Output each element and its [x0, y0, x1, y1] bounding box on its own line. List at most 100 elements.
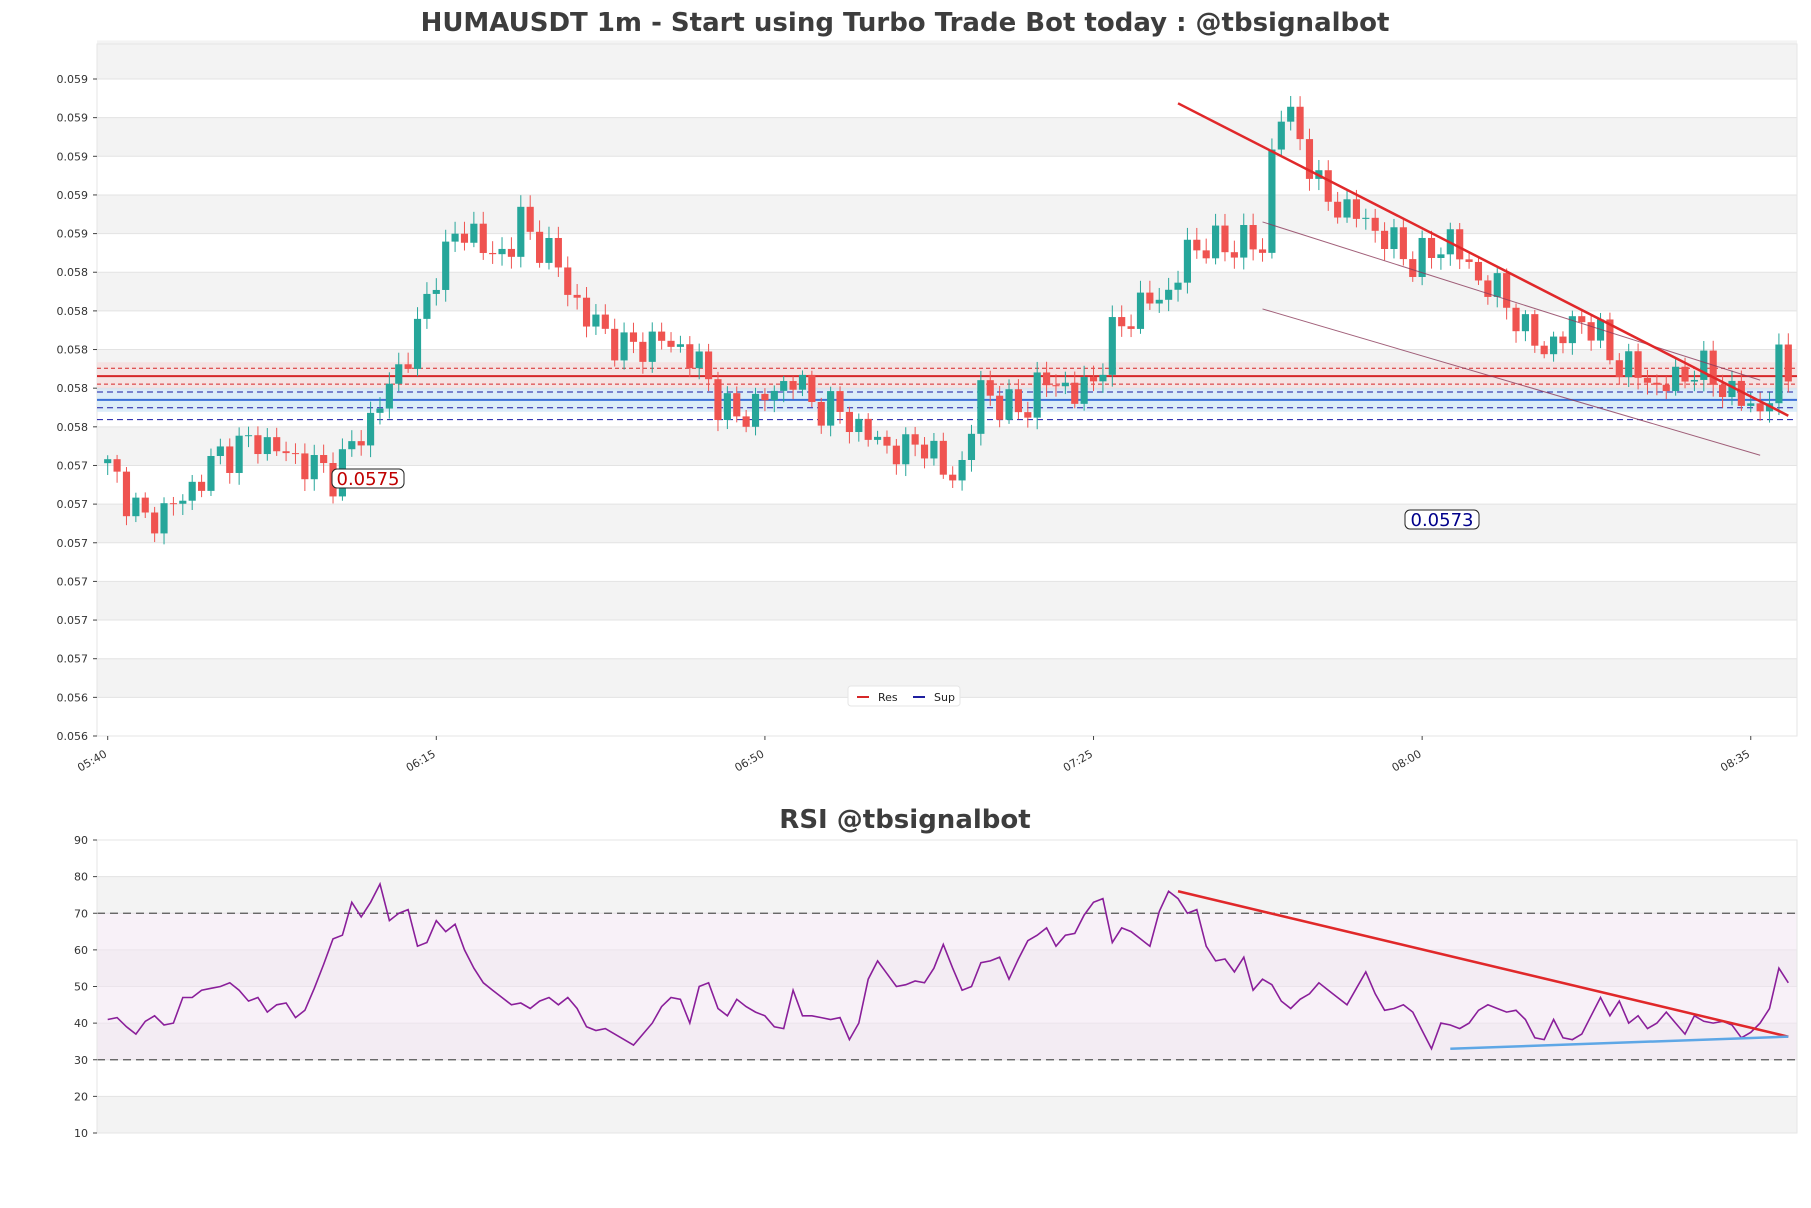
candle-down	[113, 459, 121, 472]
candle-down	[507, 248, 515, 257]
candle-up	[1155, 299, 1163, 304]
candle-up	[827, 391, 835, 426]
price-y-tick-label: 0.058	[57, 305, 89, 318]
time-x-tick-label: 05:40	[75, 747, 109, 774]
candle-down	[761, 393, 769, 401]
candle-down	[1221, 225, 1229, 253]
price-y-tick-label: 0.057	[57, 614, 89, 627]
candle-down	[1127, 326, 1135, 329]
rsi-y-tick-label: 40	[74, 1017, 88, 1030]
price-y-tick-label: 0.058	[57, 382, 89, 395]
candle-down	[526, 206, 534, 232]
candle-down	[479, 223, 487, 253]
rsi-y-tick-label: 80	[74, 871, 88, 884]
candle-down	[845, 411, 853, 433]
candle-down	[1334, 201, 1342, 218]
rsi-y-axis: 10 20 30 40 50 60 70 80 90	[74, 834, 97, 1140]
candle-up	[930, 440, 938, 459]
candle-up	[1033, 372, 1041, 418]
candle-down	[996, 395, 1004, 420]
candle-up	[1625, 351, 1633, 378]
candle-down	[667, 340, 675, 347]
candle-up	[1277, 121, 1285, 150]
candle-down	[836, 391, 844, 412]
candle-down	[582, 297, 591, 327]
candle-up	[310, 455, 318, 480]
price-y-tick-label: 0.059	[57, 189, 89, 202]
candle-up	[1183, 239, 1191, 283]
candle-up	[1493, 273, 1501, 297]
support-label-text: 0.0573	[1411, 510, 1474, 531]
rsi-y-tick-label: 60	[74, 944, 88, 957]
candle-up	[1174, 282, 1182, 290]
price-band	[97, 40, 1797, 79]
candle-up	[1747, 403, 1755, 406]
price-y-tick-label: 0.057	[57, 537, 89, 550]
price-y-tick-label: 0.059	[57, 150, 89, 163]
candle-down	[489, 252, 497, 255]
chart-canvas: HUMAUSDT 1m - Start using Turbo Trade Bo…	[57, 8, 1798, 1140]
candle-down	[1531, 314, 1539, 346]
price-y-tick-label: 0.059	[57, 73, 89, 86]
candle-down	[226, 446, 234, 473]
candle-down	[573, 294, 581, 298]
candle-down	[320, 455, 328, 464]
price-chart-title: HUMAUSDT 1m - Start using Turbo Trade Bo…	[421, 8, 1390, 38]
legend: Res Sup	[847, 685, 961, 707]
candle-down	[1559, 336, 1567, 344]
candle-down	[733, 393, 741, 417]
candle-up	[423, 293, 431, 319]
candle-up	[1108, 317, 1116, 375]
price-y-tick-label: 0.057	[57, 653, 89, 666]
candle-down	[658, 331, 666, 341]
candle-down	[1024, 412, 1032, 418]
candle-up	[263, 437, 271, 455]
legend-res-label: Res	[878, 691, 898, 704]
candle-up	[376, 408, 384, 413]
candle-up	[648, 331, 656, 362]
candle-down	[1427, 237, 1436, 258]
candle-up	[874, 436, 882, 440]
candle-down	[1456, 229, 1464, 260]
candle-down	[883, 436, 891, 446]
candle-down	[1052, 385, 1060, 387]
candle-up	[1005, 389, 1013, 420]
candle-up	[695, 351, 703, 369]
candle-up	[216, 446, 224, 456]
price-y-tick-label: 0.056	[57, 730, 89, 743]
legend-sup-label: Sup	[934, 691, 955, 704]
candle-down	[282, 451, 290, 454]
candle-down	[536, 231, 544, 263]
candle-down	[639, 341, 647, 362]
candle-down	[1193, 239, 1201, 251]
candle-down	[1324, 170, 1332, 202]
candle-down	[1230, 252, 1238, 258]
candle-up	[1521, 314, 1529, 332]
candle-down	[151, 512, 159, 534]
candle-down	[1756, 403, 1764, 412]
candle-up	[160, 503, 168, 534]
candle-down	[601, 314, 609, 329]
candle-down	[611, 328, 619, 361]
candle-down	[404, 364, 412, 369]
candle-down	[949, 474, 957, 481]
candle-down	[911, 434, 919, 445]
candle-down	[1202, 250, 1210, 259]
candle-up	[413, 318, 422, 369]
candle-up	[1775, 344, 1783, 404]
rsi-chart-title: RSI @tbsignalbot	[779, 805, 1030, 835]
candle-down	[986, 380, 994, 396]
candle-up	[432, 289, 440, 294]
candle-down	[808, 374, 816, 402]
candle-down	[122, 471, 131, 517]
price-y-tick-label: 0.058	[57, 421, 89, 434]
rsi-y-tick-label: 10	[74, 1127, 88, 1140]
price-y-tick-label: 0.056	[57, 691, 89, 704]
rsi-y-tick-label: 30	[74, 1054, 88, 1067]
rsi-y-tick-label: 90	[74, 834, 88, 847]
rsi-y-tick-label: 50	[74, 981, 88, 994]
candle-down	[1540, 345, 1548, 355]
candle-up	[1418, 237, 1426, 277]
candle-up	[1268, 149, 1276, 253]
candle-down	[1146, 292, 1154, 304]
